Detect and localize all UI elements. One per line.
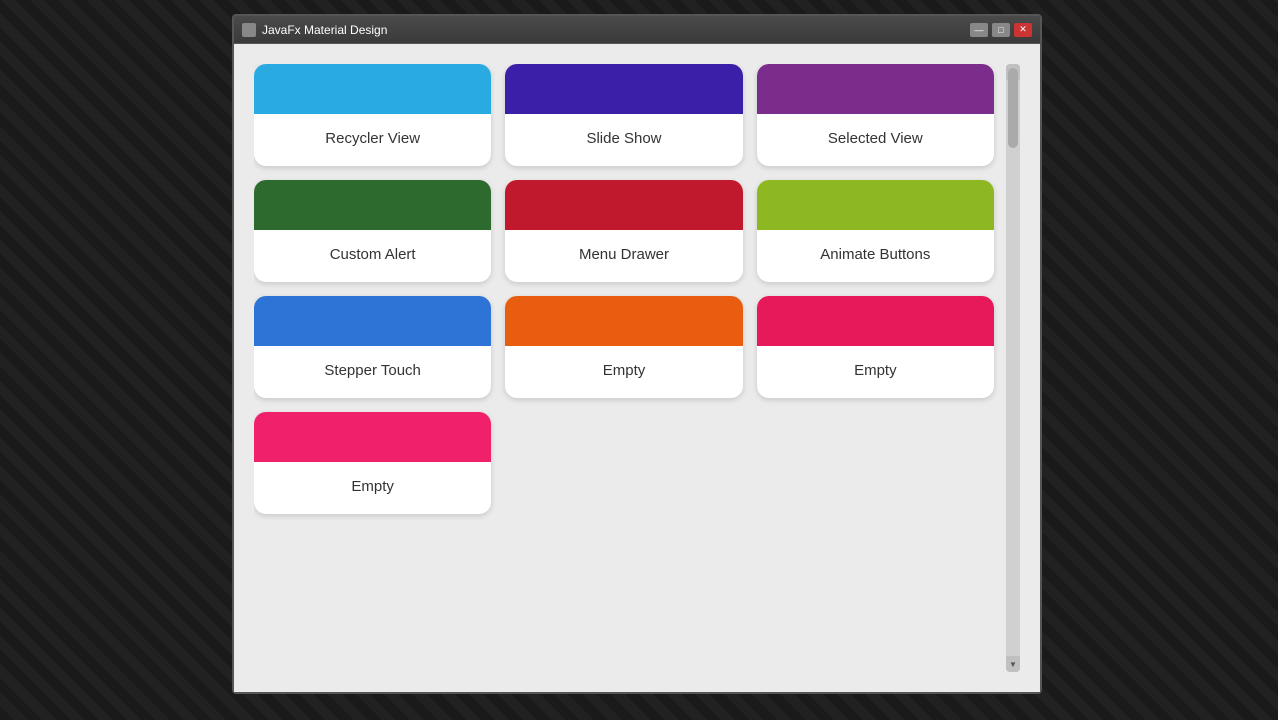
card-empty-3[interactable]: Empty — [254, 412, 491, 514]
card-body-stepper-touch: Stepper Touch — [254, 346, 491, 398]
card-label-custom-alert: Custom Alert — [330, 246, 416, 263]
card-header-stepper-touch — [254, 296, 491, 346]
scrollbar[interactable]: ▲ ▼ — [1006, 64, 1020, 672]
card-header-empty-2 — [757, 296, 994, 346]
card-label-slide-show: Slide Show — [586, 130, 661, 147]
card-grid-area: Recycler View Slide Show Selected View Cust… — [254, 64, 998, 672]
card-menu-drawer[interactable]: Menu Drawer — [505, 180, 742, 282]
card-label-selected-view: Selected View — [828, 130, 923, 147]
card-header-recycler-view — [254, 64, 491, 114]
card-header-empty-1 — [505, 296, 742, 346]
card-header-animate-buttons — [757, 180, 994, 230]
window-content: Recycler View Slide Show Selected View Cust… — [234, 44, 1040, 692]
card-body-empty-1: Empty — [505, 346, 742, 398]
card-header-empty-3 — [254, 412, 491, 462]
window-controls: — □ ✕ — [970, 23, 1032, 37]
card-animate-buttons[interactable]: Animate Buttons — [757, 180, 994, 282]
card-body-selected-view: Selected View — [757, 114, 994, 166]
card-body-recycler-view: Recycler View — [254, 114, 491, 166]
card-header-menu-drawer — [505, 180, 742, 230]
titlebar: JavaFx Material Design — □ ✕ — [234, 16, 1040, 44]
close-button[interactable]: ✕ — [1014, 23, 1032, 37]
window-title-area: JavaFx Material Design — [242, 23, 387, 37]
card-body-animate-buttons: Animate Buttons — [757, 230, 994, 282]
card-empty-2[interactable]: Empty — [757, 296, 994, 398]
card-slide-show[interactable]: Slide Show — [505, 64, 742, 166]
window-title: JavaFx Material Design — [262, 23, 387, 37]
card-recycler-view[interactable]: Recycler View — [254, 64, 491, 166]
card-grid: Recycler View Slide Show Selected View Cust… — [254, 64, 998, 514]
card-label-empty-2: Empty — [854, 362, 897, 379]
card-custom-alert[interactable]: Custom Alert — [254, 180, 491, 282]
card-body-menu-drawer: Menu Drawer — [505, 230, 742, 282]
card-header-slide-show — [505, 64, 742, 114]
card-body-empty-3: Empty — [254, 462, 491, 514]
card-label-recycler-view: Recycler View — [325, 130, 420, 147]
scrollbar-down-arrow[interactable]: ▼ — [1006, 656, 1020, 672]
maximize-button[interactable]: □ — [992, 23, 1010, 37]
card-header-selected-view — [757, 64, 994, 114]
card-body-empty-2: Empty — [757, 346, 994, 398]
card-stepper-touch[interactable]: Stepper Touch — [254, 296, 491, 398]
card-label-stepper-touch: Stepper Touch — [324, 362, 420, 379]
card-body-slide-show: Slide Show — [505, 114, 742, 166]
card-label-menu-drawer: Menu Drawer — [579, 246, 669, 263]
card-label-animate-buttons: Animate Buttons — [820, 246, 930, 263]
application-window: JavaFx Material Design — □ ✕ Recycler Vi… — [232, 14, 1042, 694]
card-header-custom-alert — [254, 180, 491, 230]
card-label-empty-3: Empty — [351, 478, 394, 495]
app-icon — [242, 23, 256, 37]
card-selected-view[interactable]: Selected View — [757, 64, 994, 166]
card-body-custom-alert: Custom Alert — [254, 230, 491, 282]
minimize-button[interactable]: — — [970, 23, 988, 37]
scrollbar-thumb[interactable] — [1008, 68, 1018, 148]
card-label-empty-1: Empty — [603, 362, 646, 379]
card-empty-1[interactable]: Empty — [505, 296, 742, 398]
